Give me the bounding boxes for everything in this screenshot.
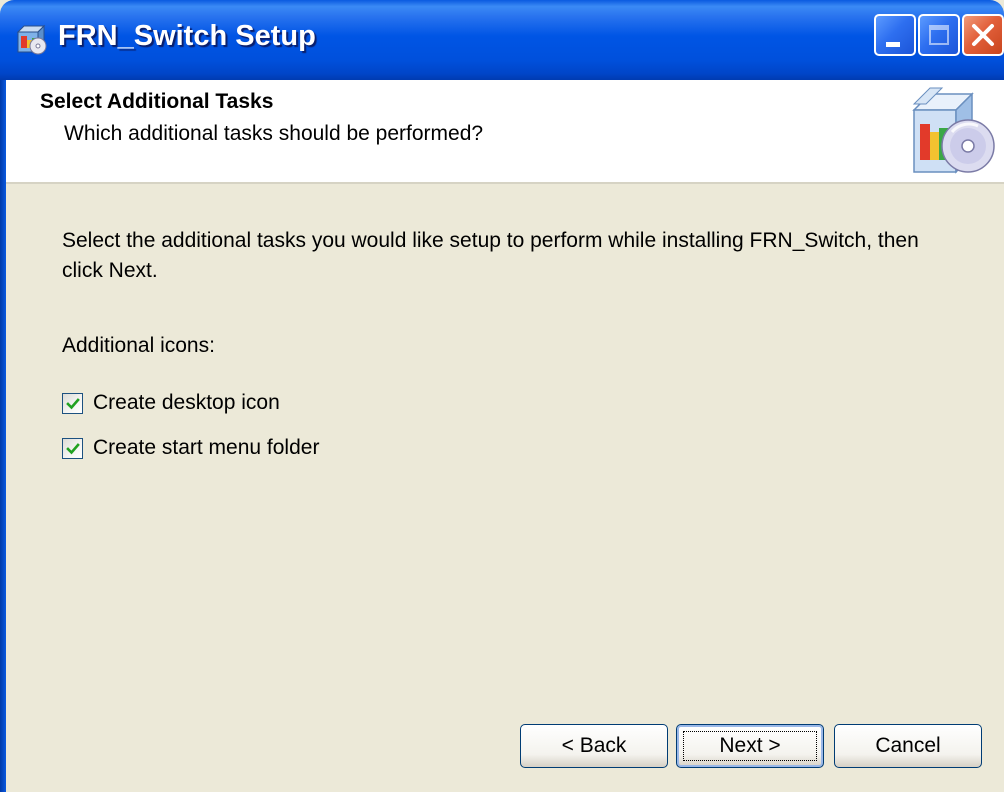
additional-icons-label: Additional icons: — [62, 334, 215, 357]
minimize-icon — [886, 42, 900, 47]
desktop-icon-label[interactable]: Create desktop icon — [93, 391, 280, 415]
checkmark-icon — [66, 442, 80, 454]
page-title: Select Additional Tasks — [40, 90, 274, 113]
close-icon — [964, 16, 1002, 54]
next-button[interactable]: Next > — [676, 724, 824, 768]
setup-window: FRN_Switch Setup Select Additional Tasks… — [0, 0, 1004, 792]
start-menu-folder-checkbox[interactable] — [62, 437, 83, 459]
setup-installer-icon — [14, 22, 48, 56]
close-button[interactable] — [962, 14, 1004, 56]
wizard-header: Select Additional Tasks Which additional… — [6, 80, 1004, 184]
checkmark-icon — [66, 397, 80, 409]
desktop-icon-checkbox[interactable] — [62, 392, 83, 414]
cancel-button[interactable]: Cancel — [834, 724, 982, 768]
minimize-button[interactable] — [874, 14, 916, 56]
title-bar[interactable]: FRN_Switch Setup — [0, 0, 1004, 80]
window-frame-left — [0, 80, 6, 792]
window-title: FRN_Switch Setup — [58, 20, 316, 52]
next-button-label: Next > — [719, 734, 781, 757]
task-create-desktop-icon[interactable]: Create desktop icon — [62, 390, 280, 416]
page-subtitle: Which additional tasks should be perform… — [64, 122, 484, 145]
task-create-start-menu-folder[interactable]: Create start menu folder — [62, 435, 319, 461]
software-box-cd-icon — [900, 80, 1000, 180]
maximize-button[interactable] — [918, 14, 960, 56]
instructions-text: Select the additional tasks you would li… — [62, 229, 919, 282]
start-menu-folder-label[interactable]: Create start menu folder — [93, 436, 319, 460]
maximize-icon — [929, 25, 949, 45]
back-button[interactable]: < Back — [520, 724, 668, 768]
